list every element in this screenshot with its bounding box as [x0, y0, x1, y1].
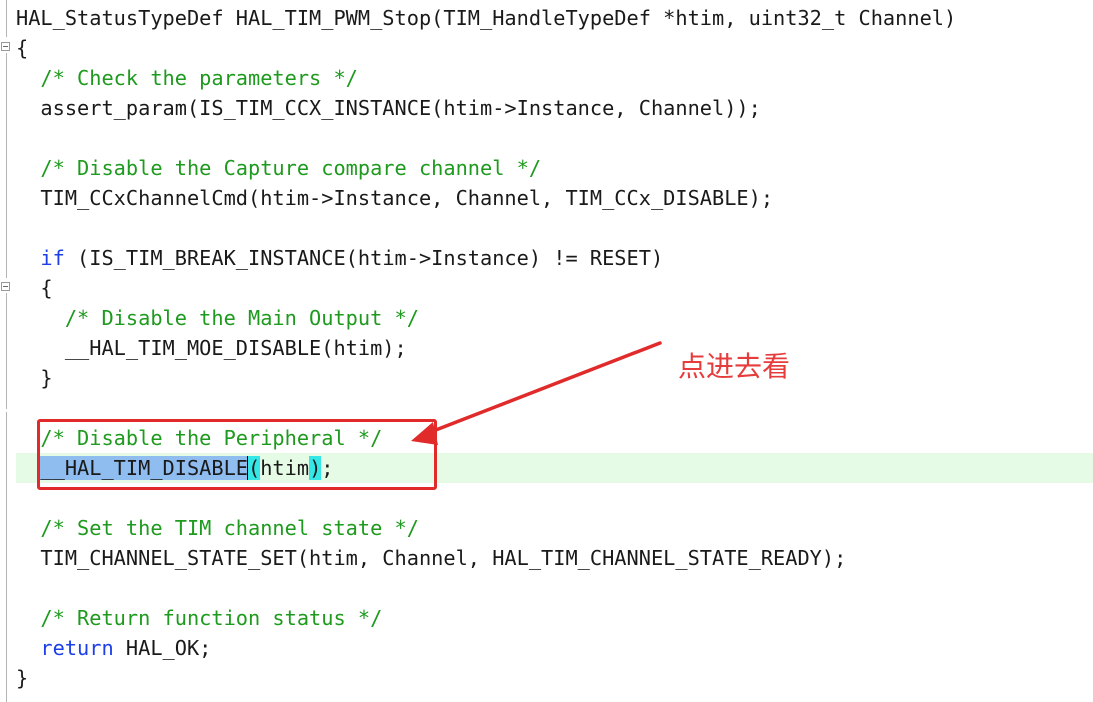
annotation-label: 点进去看 — [678, 350, 791, 383]
annotation-arrow-icon — [411, 341, 662, 445]
code-editor[interactable]: HAL_StatusTypeDef HAL_TIM_PWM_Stop(TIM_H… — [0, 0, 1093, 702]
